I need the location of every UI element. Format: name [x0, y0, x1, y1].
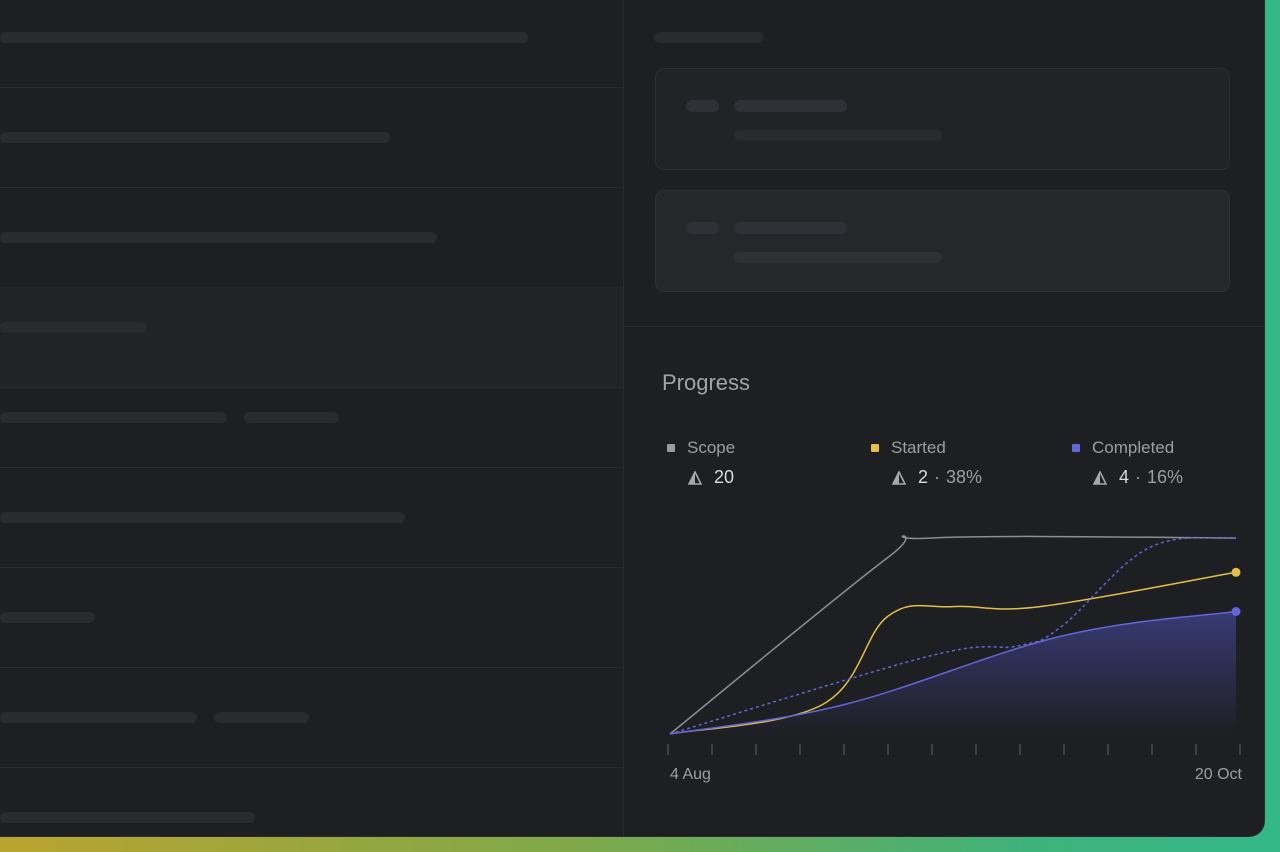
x-axis-ticks: [667, 744, 1241, 755]
list-item[interactable]: [0, 667, 623, 768]
skeleton-tag: [214, 712, 309, 723]
issue-list-panel: [0, 0, 624, 836]
list-item[interactable]: [0, 767, 623, 836]
x-axis-end-label: 20 Oct: [1194, 766, 1242, 783]
list-item[interactable]: [0, 367, 623, 468]
list-item[interactable]: [0, 567, 623, 668]
details-panel: Progress Scope 20 Started 2 · 38% Comple…: [624, 0, 1264, 836]
skeleton-line: [0, 32, 528, 43]
skeleton-line: [0, 712, 197, 723]
skeleton-line: [0, 512, 405, 523]
list-item[interactable]: [0, 0, 623, 88]
completed-area: [670, 611, 1236, 734]
list-item[interactable]: [0, 187, 623, 288]
skeleton-line: [0, 612, 95, 623]
skeleton-tag: [244, 412, 339, 423]
progress-chart[interactable]: [624, 0, 1264, 836]
x-axis-start-label: 4 Aug: [670, 766, 711, 783]
app-window: Progress Scope 20 Started 2 · 38% Comple…: [0, 0, 1265, 837]
list-item[interactable]: [0, 467, 623, 568]
completed-end-point[interactable]: [1231, 607, 1241, 616]
started-end-point[interactable]: [1231, 567, 1241, 577]
skeleton-line: [0, 232, 437, 243]
skeleton-line: [0, 812, 255, 823]
skeleton-line: [0, 412, 227, 423]
skeleton-line: [0, 132, 390, 143]
chart-series: [669, 535, 1241, 735]
list-item[interactable]: [0, 87, 623, 188]
skeleton-line: [0, 322, 147, 333]
